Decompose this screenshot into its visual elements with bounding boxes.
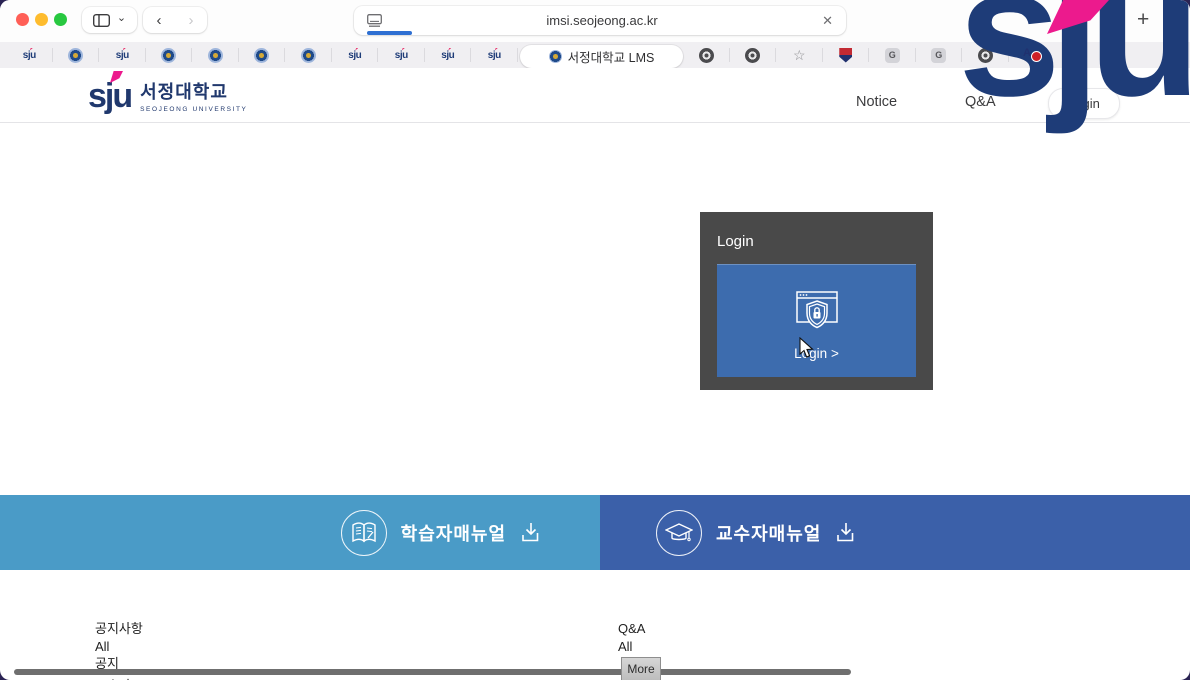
notice-board-title: 공지사항 [95,622,143,635]
bookmark-star-icon[interactable]: ☆ [793,47,806,64]
notice-board: 공지사항 All 공지 [95,622,143,675]
qna-more-button[interactable]: More [621,657,661,680]
header-login-button[interactable]: Login [1048,88,1120,119]
nav-qna[interactable]: Q&A [965,94,996,110]
bookmark-item[interactable]: sju [425,42,472,68]
login-button[interactable]: Login > [717,264,916,377]
shield-lock-icon [790,287,844,337]
bookmark-item[interactable] [730,42,777,68]
book-icon [341,510,387,556]
bookmark-item[interactable] [962,42,1009,68]
university-logo[interactable]: sju 서정대학교 SEOJEONG UNIVERSITY [88,78,247,113]
emblem-icon [549,50,562,63]
close-icon[interactable]: ✕ [822,13,833,29]
manuals-banner: 학습자매뉴얼 교수자매뉴얼 [0,495,1190,570]
bookmark-emblem-icon[interactable] [68,48,83,63]
qna-board: Q&A All [618,622,645,657]
bookmark-sju-icon[interactable]: sju [395,50,408,61]
bookmark-seal-icon[interactable] [978,48,993,63]
bookmark-sju-icon[interactable]: sju [488,50,501,61]
university-name-en: SEOJEONG UNIVERSITY [140,106,247,113]
qna-filter-all[interactable]: All [618,640,645,653]
new-tab-icon[interactable]: + [1137,8,1149,32]
horizontal-scrollbar[interactable] [14,669,851,675]
logo-sju-text: sju [88,79,131,113]
bookmark-sju-icon[interactable]: sju [116,50,129,61]
bookmark-item[interactable] [53,42,100,68]
banner-right[interactable]: 교수자매뉴얼 [600,495,1190,570]
download-icon[interactable] [520,521,544,545]
grad-cap-icon [656,510,702,556]
bookmarks-right: ☆ G G [683,42,1009,68]
back-button[interactable]: ‹ [157,13,162,28]
zoom-window-button[interactable] [54,13,67,26]
learner-manual-label: 학습자매뉴얼 [401,520,506,546]
bookmark-item[interactable]: sju [471,42,518,68]
bookmark-item[interactable]: G [916,42,963,68]
reader-icon[interactable] [367,14,382,27]
bookmark-item[interactable]: G [869,42,916,68]
bookmark-item[interactable]: sju [99,42,146,68]
notice-row-clipped[interactable]: 교수자 [95,675,131,680]
bookmark-emblem-icon[interactable] [208,48,223,63]
bookmark-seal-icon[interactable] [699,48,714,63]
instructor-manual-label: 교수자매뉴얼 [716,520,821,546]
bookmark-sju-icon[interactable]: sju [348,50,361,61]
login-card: Login Login > [700,212,933,390]
bookmark-sju-icon[interactable]: sju [441,50,454,61]
minimize-window-button[interactable] [35,13,48,26]
browser-toolbar: ⌄ ‹ › imsi.seojeong.ac.kr ✕ + [0,0,1190,42]
qna-board-title: Q&A [618,622,645,635]
url-text[interactable]: imsi.seojeong.ac.kr [382,13,822,28]
bookmark-a-badge-icon[interactable]: A [1023,47,1031,59]
tab-overview-icon[interactable] [1165,10,1185,30]
page-load-progress [367,31,412,35]
nav-notice[interactable]: Notice [856,94,897,110]
bookmark-emblem-icon[interactable] [254,48,269,63]
bookmark-item[interactable]: sju [378,42,425,68]
university-name-ko: 서정대학교 [140,78,247,104]
bookmark-item[interactable]: ☆ [776,42,823,68]
chevron-down-icon: ⌄ [117,13,126,24]
bookmark-item[interactable] [683,42,730,68]
share-icon[interactable] [1107,9,1125,31]
favorites-bar: sju sju sju sju sju sju 서정대학교 LMS ☆ G G [0,42,1190,68]
bookmark-item[interactable] [146,42,193,68]
notice-filter-all[interactable]: All [95,640,143,653]
history-nav: ‹ › [143,7,207,33]
login-card-title: Login [717,233,754,250]
bookmark-item[interactable] [192,42,239,68]
download-icon[interactable] [835,521,859,545]
bookmark-crest-icon[interactable] [839,48,852,63]
bookmark-item[interactable]: sju [332,42,379,68]
site-header: sju 서정대학교 SEOJEONG UNIVERSITY Notice Q&A… [0,68,1190,123]
bookmark-item[interactable] [823,42,870,68]
bookmark-emblem-icon[interactable] [301,48,316,63]
bookmark-emblem-icon[interactable] [161,48,176,63]
browser-window: ⌄ ‹ › imsi.seojeong.ac.kr ✕ + [0,0,1190,680]
bookmark-g-icon[interactable]: G [885,48,900,63]
bookmark-item[interactable] [285,42,332,68]
tab-title: 서정대학교 LMS [568,47,655,66]
login-button-label: Login > [794,346,839,361]
banner-left[interactable]: 학습자매뉴얼 [0,495,600,570]
bookmark-sju-icon[interactable]: sju [23,50,36,61]
active-tab[interactable]: 서정대학교 LMS [520,45,683,68]
address-bar[interactable]: imsi.seojeong.ac.kr ✕ [354,6,846,35]
sidebar-toggle-button[interactable]: ⌄ [82,7,137,33]
sidebar-icon [93,14,110,27]
bookmark-item[interactable]: sju [6,42,53,68]
forward-button[interactable]: › [189,13,194,28]
bookmark-item[interactable] [239,42,286,68]
bookmark-seal-icon[interactable] [745,48,760,63]
bookmarks-left: sju sju sju sju sju sju [6,42,518,68]
close-window-button[interactable] [16,13,29,26]
bookmark-g-icon[interactable]: G [931,48,946,63]
